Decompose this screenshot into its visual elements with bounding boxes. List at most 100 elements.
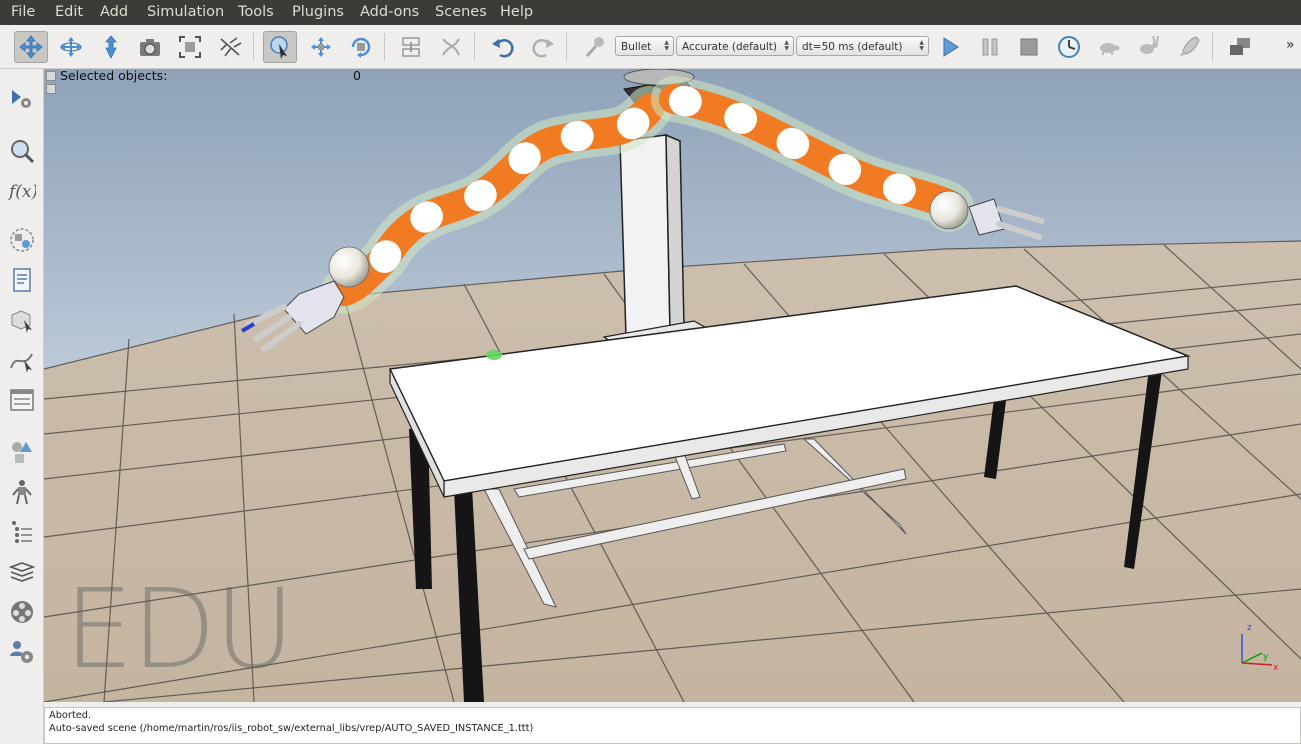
undo-button[interactable] <box>486 31 520 63</box>
menu-help[interactable]: Help <box>500 0 533 25</box>
user-settings-button[interactable] <box>6 385 38 415</box>
user-settings-2-button[interactable] <box>6 637 38 667</box>
user-settings-icon <box>10 389 34 411</box>
scripts-button[interactable] <box>6 265 38 295</box>
layers-stack-icon <box>8 562 36 582</box>
toolbar-separator <box>253 33 254 61</box>
spin-arrows-icon: ▲ ▼ <box>664 39 669 52</box>
hierarchy-toggle-button-2[interactable] <box>46 84 56 94</box>
axis-label-x: x <box>1273 663 1279 673</box>
toolbar-separator <box>1212 33 1213 61</box>
accuracy-select[interactable]: Accurate (default) ▲ ▼ <box>676 36 794 56</box>
menu-add-ons[interactable]: Add-ons <box>360 0 419 25</box>
menu-bar: File Edit Add Simulation Tools Plugins A… <box>0 0 1301 25</box>
stop-simulation-button[interactable] <box>1012 31 1046 63</box>
start-simulation-button[interactable] <box>933 31 967 63</box>
svg-text:ƒ(x): ƒ(x) <box>8 182 36 202</box>
toolbar-overflow-button[interactable]: » <box>1286 37 1295 53</box>
model-browser-button[interactable] <box>6 437 38 467</box>
status-line-2: Auto-saved scene (/home/martin/ros/iis_r… <box>49 723 534 734</box>
camera-shift-button[interactable] <box>94 31 128 63</box>
user-settings-2-icon <box>10 641 33 663</box>
camera-pan-button[interactable] <box>14 31 48 63</box>
camera-angle-icon <box>140 39 160 56</box>
accuracy-select-value: Accurate (default) <box>682 41 778 53</box>
slow-down-button[interactable] <box>1092 31 1126 63</box>
menu-file[interactable]: File <box>11 0 35 25</box>
camera-shift-icon <box>105 35 117 59</box>
threaded-rendering-button[interactable] <box>1172 31 1206 63</box>
camera-angle-button[interactable] <box>133 31 167 63</box>
layers-icon <box>12 521 32 543</box>
object-shift-button[interactable] <box>304 31 338 63</box>
engine-select[interactable]: Bullet ▲ ▼ <box>615 36 674 56</box>
toolbar-separator <box>384 33 385 61</box>
undo-icon <box>492 39 514 58</box>
object-rotate-icon <box>351 37 371 58</box>
selection-icon <box>11 140 35 164</box>
camera-rotate-button[interactable] <box>54 31 88 63</box>
menu-scenes[interactable]: Scenes <box>435 0 487 25</box>
menu-plugins[interactable]: Plugins <box>292 0 344 25</box>
shape-edit-button[interactable] <box>6 305 38 335</box>
pause-simulation-button[interactable] <box>973 31 1007 63</box>
edu-watermark: EDU <box>64 565 295 693</box>
video-recorder-icon <box>11 601 33 623</box>
spin-arrows-icon: ▲ ▼ <box>919 39 924 52</box>
calculation-modules-icon: ƒ(x) <box>8 182 36 202</box>
redo-button[interactable] <box>526 31 560 63</box>
pause-simulation-icon <box>982 38 998 56</box>
layers-stack-button[interactable] <box>6 557 38 587</box>
scene-hierarchy-icon <box>12 480 32 505</box>
menu-add[interactable]: Add <box>100 0 128 25</box>
left-toolbar: ƒ(x) <box>0 69 44 744</box>
collections-button[interactable] <box>6 225 38 255</box>
transfer-dna-button[interactable] <box>434 31 468 63</box>
collections-icon <box>10 228 34 252</box>
stop-simulation-icon <box>1020 38 1038 56</box>
object-shift-icon <box>311 37 331 57</box>
toggle-pages-button[interactable] <box>1223 31 1257 63</box>
selected-objects-label: Selected objects: <box>60 69 168 83</box>
axis-label-z: z <box>1247 623 1252 633</box>
menu-simulation[interactable]: Simulation <box>147 0 224 25</box>
scripts-icon <box>13 268 31 292</box>
scene-viewport[interactable]: z y x Selected objects: 0 EDU <box>44 69 1301 702</box>
calculation-modules-button[interactable]: ƒ(x) <box>6 175 38 205</box>
threaded-rendering-icon <box>1179 36 1200 57</box>
axis-label-y: y <box>1263 652 1269 662</box>
status-bar[interactable]: Aborted. Auto-saved scene (/home/martin/… <box>44 707 1301 744</box>
slow-down-icon <box>1100 43 1120 55</box>
start-simulation-icon <box>943 37 959 57</box>
transfer-dna-icon <box>442 38 460 56</box>
realtime-button[interactable] <box>1052 31 1086 63</box>
timestep-select-value: dt=50 ms (default) <box>802 41 903 53</box>
speed-up-button[interactable] <box>1132 31 1166 63</box>
video-recorder-button[interactable] <box>6 597 38 627</box>
spin-arrows-icon: ▲ ▼ <box>784 39 789 52</box>
shape-edit-icon <box>11 310 32 333</box>
realtime-icon <box>1058 36 1080 58</box>
simulation-engine-icon <box>585 37 604 58</box>
simulation-settings-button[interactable] <box>6 85 38 115</box>
scene-hierarchy-button[interactable] <box>6 477 38 507</box>
assembly-button[interactable] <box>394 31 428 63</box>
click-select-button[interactable] <box>263 31 297 63</box>
menu-tools[interactable]: Tools <box>238 0 274 25</box>
hierarchy-toggle-button[interactable] <box>46 71 56 81</box>
camera-pan-icon <box>19 35 43 59</box>
object-rotate-button[interactable] <box>344 31 378 63</box>
timestep-select[interactable]: dt=50 ms (default) ▲ ▼ <box>796 36 929 56</box>
layers-button[interactable] <box>6 517 38 547</box>
status-line-1: Aborted. <box>49 710 92 721</box>
selection-button[interactable] <box>6 136 38 166</box>
fit-to-view-button[interactable] <box>173 31 207 63</box>
menu-edit[interactable]: Edit <box>55 0 83 25</box>
simulation-engine-button[interactable] <box>578 31 612 63</box>
speed-up-icon <box>1140 35 1159 54</box>
path-edit-button[interactable] <box>6 345 38 375</box>
model-browser-icon <box>12 442 32 463</box>
simulation-settings-icon <box>12 90 31 108</box>
toolbar-separator <box>566 33 567 61</box>
assemble-button[interactable] <box>213 31 247 63</box>
